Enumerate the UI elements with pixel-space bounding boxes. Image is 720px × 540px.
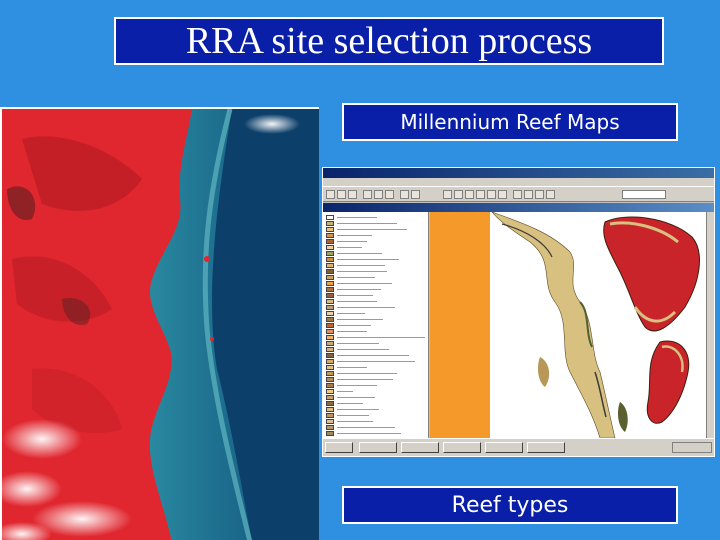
- view-titlebar: [323, 203, 714, 212]
- tool-icon: [487, 190, 496, 199]
- slide-title-text: RRA site selection process: [185, 20, 593, 62]
- task-button: [443, 442, 481, 453]
- tool-icon: [454, 190, 463, 199]
- tool-icon: [337, 190, 346, 199]
- map-legend: [323, 212, 429, 438]
- satellite-image: [0, 107, 319, 540]
- tool-icon: [385, 190, 394, 199]
- reef-map: [430, 212, 708, 438]
- tool-icon: [348, 190, 357, 199]
- reef-map-graphic: [430, 212, 708, 438]
- task-button: [359, 442, 397, 453]
- reef-types-text: Reef types: [451, 492, 569, 518]
- tool-icon: [498, 190, 507, 199]
- tool-icon: [535, 190, 544, 199]
- tool-icon: [363, 190, 372, 199]
- vertical-scrollbar: [706, 212, 714, 438]
- tool-icon: [546, 190, 555, 199]
- tool-icon: [513, 190, 522, 199]
- scale-field: [622, 190, 666, 199]
- gis-application-window: [322, 167, 715, 457]
- taskbar-clock: [672, 442, 712, 453]
- satellite-image-graphic: [2, 109, 319, 540]
- gis-titlebar: [323, 168, 714, 178]
- tool-icon: [374, 190, 383, 199]
- tool-icon: [411, 190, 420, 199]
- tool-icon: [476, 190, 485, 199]
- gis-menubar: [323, 178, 714, 186]
- millennium-reef-maps-text: Millennium Reef Maps: [400, 110, 620, 134]
- task-button: [527, 442, 565, 453]
- taskbar: [323, 438, 714, 456]
- tool-icon: [400, 190, 409, 199]
- task-button: [401, 442, 439, 453]
- tool-icon: [443, 190, 452, 199]
- tool-icon: [524, 190, 533, 199]
- task-button: [485, 442, 523, 453]
- start-button: [325, 442, 353, 453]
- tool-icon: [465, 190, 474, 199]
- tool-icon: [326, 190, 335, 199]
- slide-title: RRA site selection process: [114, 17, 664, 65]
- gis-toolbar: [323, 186, 714, 202]
- millennium-reef-maps-label: Millennium Reef Maps: [342, 103, 678, 141]
- reef-types-label: Reef types: [342, 486, 678, 524]
